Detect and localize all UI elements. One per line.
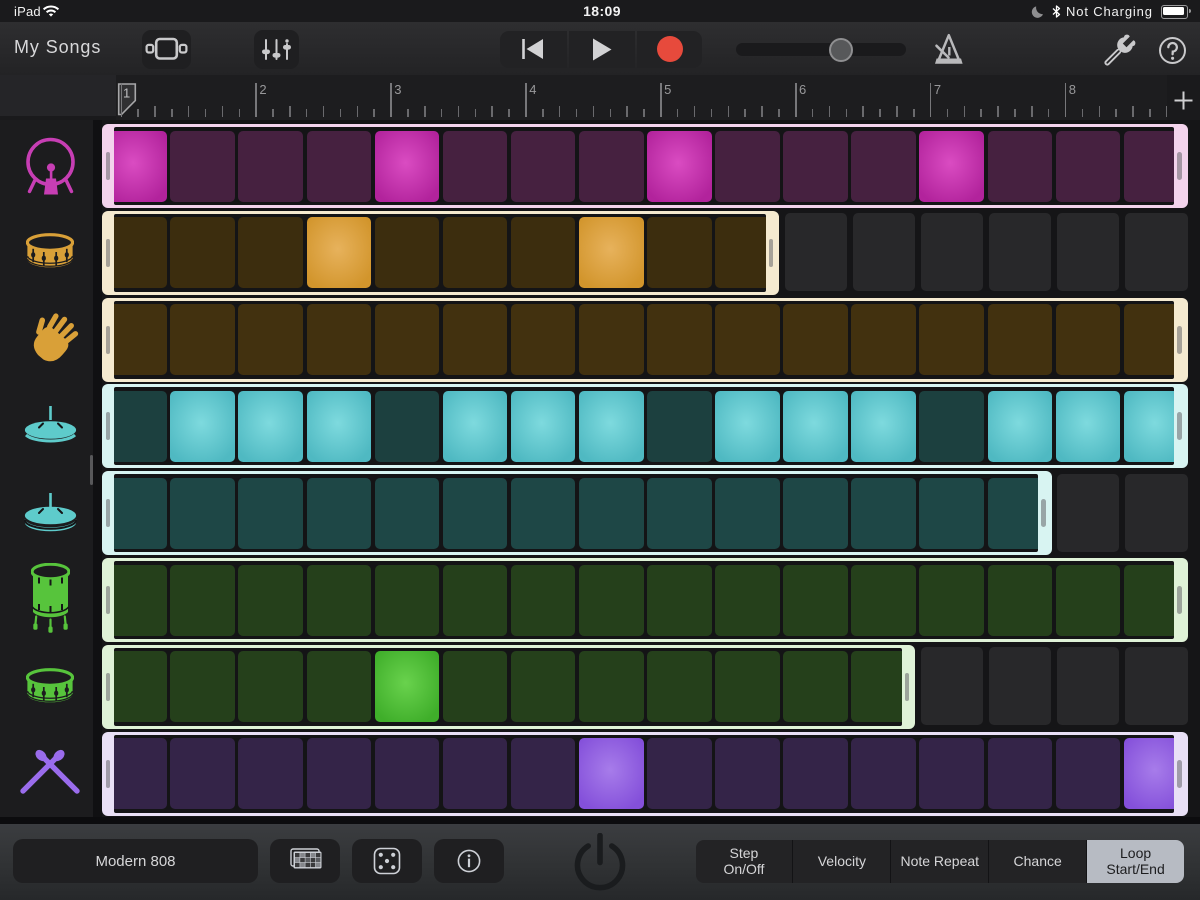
svg-text:1: 1 [123, 85, 130, 100]
